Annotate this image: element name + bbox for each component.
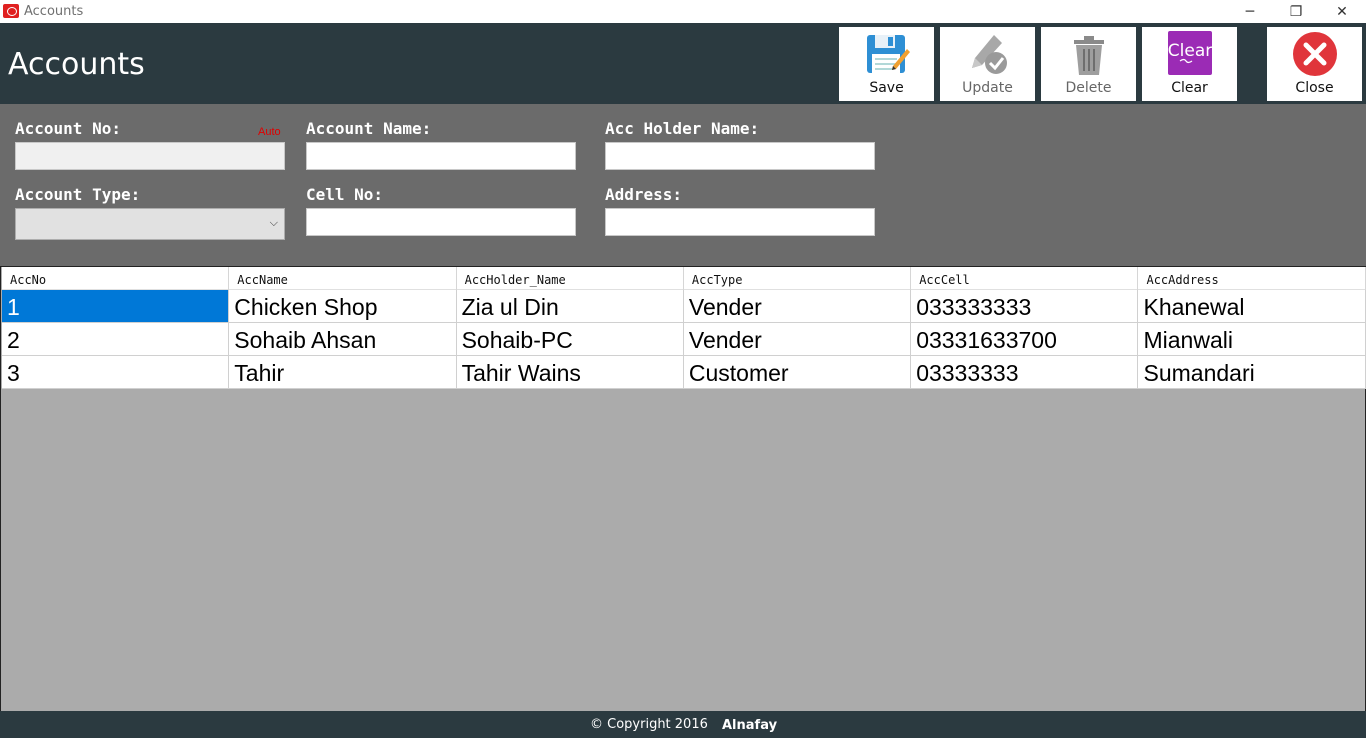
table-row[interactable]: 2 Sohaib Ahsan Sohaib-PC Vender 03331633… [2,323,1366,356]
account-no-field[interactable] [15,142,285,170]
close-button-label: Close [1295,80,1334,96]
grid-header: AccNo AccName AccHolder_Name AccType Acc… [2,267,1366,290]
table-cell[interactable]: Sohaib-PC [457,323,684,355]
delete-button[interactable]: Delete [1041,27,1136,101]
delete-button-label: Delete [1065,80,1112,96]
account-type-select[interactable]: ⌵ [15,208,285,240]
clear-button-label: Clear [1171,80,1208,96]
table-cell[interactable]: Chicken Shop [229,290,457,322]
minimize-button[interactable]: ─ [1227,0,1273,23]
table-cell[interactable]: Customer [684,356,912,388]
cell-no-field[interactable] [306,208,576,236]
table-cell[interactable]: Zia ul Din [457,290,684,322]
clear-icon: Clear [1142,31,1237,77]
window-close-button[interactable]: ✕ [1319,0,1365,23]
edit-check-icon [940,31,1035,77]
floppy-disk-icon [839,31,934,77]
table-cell[interactable]: 2 [2,323,230,355]
table-cell[interactable]: Mianwali [1138,323,1366,355]
account-no-label: Account No: [15,119,121,138]
update-button[interactable]: Update [940,27,1035,101]
cell-no-label: Cell No: [306,185,384,204]
column-header-accholder-name[interactable]: AccHolder_Name [457,267,684,290]
table-row[interactable]: 1 Chicken Shop Zia ul Din Vender 0333333… [2,290,1366,323]
account-name-field[interactable] [306,142,576,170]
table-cell[interactable]: Khanewal [1138,290,1366,322]
save-button[interactable]: Save [839,27,934,101]
trash-icon [1041,31,1136,77]
brand-name: Alnafay [722,718,778,733]
column-header-acctype[interactable]: AccType [684,267,912,290]
column-header-accaddress[interactable]: AccAddress [1138,267,1366,290]
table-cell[interactable]: 1 [2,290,230,322]
close-button[interactable]: Close [1267,27,1362,101]
maximize-button[interactable]: ❐ [1273,0,1319,23]
accounts-grid[interactable]: AccNo AccName AccHolder_Name AccType Acc… [0,266,1366,711]
table-cell[interactable]: Tahir [229,356,457,388]
account-name-label: Account Name: [306,119,432,138]
table-cell[interactable]: Tahir Wains [457,356,684,388]
page-title: Accounts [8,47,145,82]
save-button-label: Save [869,80,904,96]
table-cell[interactable]: Vender [684,290,912,322]
window-title: Accounts [24,4,84,19]
acc-holder-name-field[interactable] [605,142,875,170]
address-label: Address: [605,185,683,204]
column-header-accno[interactable]: AccNo [2,267,230,290]
footer-bar: © Copyright 2016 Alnafay [0,711,1366,738]
account-type-label: Account Type: [15,185,141,204]
auto-tag: Auto [258,126,281,138]
app-icon [3,4,19,18]
close-icon [1267,31,1362,77]
clear-button[interactable]: Clear Clear [1142,27,1237,101]
table-cell[interactable]: Sohaib Ahsan [229,323,457,355]
table-cell[interactable]: Vender [684,323,912,355]
table-cell[interactable]: 03331633700 [911,323,1139,355]
header-bar: Accounts Save Update Delete Clear Clear … [0,23,1366,104]
address-field[interactable] [605,208,875,236]
account-form: Account No: Auto Account Name: Acc Holde… [0,104,1366,266]
column-header-acccell[interactable]: AccCell [911,267,1139,290]
chevron-down-icon: ⌵ [269,217,278,229]
table-cell[interactable]: Sumandari [1138,356,1366,388]
update-button-label: Update [962,80,1013,96]
copyright-text: © Copyright 2016 [590,717,708,732]
column-header-accname[interactable]: AccName [229,267,457,290]
table-cell[interactable]: 03333333 [911,356,1139,388]
table-row[interactable]: 3 Tahir Tahir Wains Customer 03333333 Su… [2,356,1366,389]
window-titlebar: Accounts ─ ❐ ✕ [0,0,1366,23]
acc-holder-name-label: Acc Holder Name: [605,119,760,138]
table-cell[interactable]: 033333333 [911,290,1139,322]
table-cell[interactable]: 3 [2,356,230,388]
svg-text:Clear: Clear [1167,41,1211,61]
